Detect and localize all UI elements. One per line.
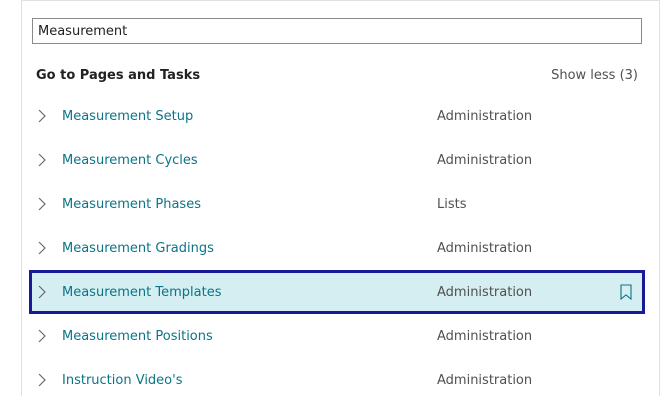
chevron-right-icon[interactable] (35, 285, 49, 299)
result-row-instruction-videos[interactable]: Instruction Video's Administration (29, 358, 645, 402)
result-name[interactable]: Measurement Phases (62, 197, 201, 212)
chevron-right-icon[interactable] (35, 109, 49, 123)
results-list: Measurement Setup Administration Measure… (29, 94, 645, 402)
result-category: Administration (437, 108, 533, 124)
result-row-measurement-templates[interactable]: Measurement Templates Administration (29, 270, 645, 314)
section-title: Go to Pages and Tasks (36, 67, 201, 83)
result-category: Administration (437, 328, 533, 344)
result-row-measurement-setup[interactable]: Measurement Setup Administration (29, 94, 645, 138)
result-row-measurement-positions[interactable]: Measurement Positions Administration (29, 314, 645, 358)
result-name[interactable]: Measurement Cycles (62, 153, 198, 168)
result-category: Lists (437, 196, 467, 212)
chevron-right-icon[interactable] (35, 329, 49, 343)
result-name[interactable]: Measurement Positions (62, 329, 213, 344)
show-less-link[interactable]: Show less (3) (551, 68, 638, 83)
chevron-right-icon[interactable] (35, 373, 49, 387)
result-category: Administration (437, 152, 533, 168)
search-input[interactable] (32, 18, 642, 44)
result-name[interactable]: Measurement Gradings (62, 241, 214, 256)
chevron-right-icon[interactable] (35, 241, 49, 255)
result-name[interactable]: Instruction Video's (62, 373, 182, 388)
bookmark-icon[interactable] (620, 284, 632, 300)
result-category: Administration (437, 240, 533, 256)
result-name[interactable]: Measurement Setup (62, 109, 193, 124)
search-results-panel: Go to Pages and Tasks Show less (3) Meas… (21, 0, 660, 396)
result-category: Administration (437, 284, 533, 300)
chevron-right-icon[interactable] (35, 153, 49, 167)
result-category: Administration (437, 372, 533, 388)
section-header: Go to Pages and Tasks Show less (3) (36, 61, 638, 89)
result-row-measurement-cycles[interactable]: Measurement Cycles Administration (29, 138, 645, 182)
result-row-measurement-gradings[interactable]: Measurement Gradings Administration (29, 226, 645, 270)
result-row-measurement-phases[interactable]: Measurement Phases Lists (29, 182, 645, 226)
chevron-right-icon[interactable] (35, 197, 49, 211)
result-name[interactable]: Measurement Templates (62, 285, 221, 300)
